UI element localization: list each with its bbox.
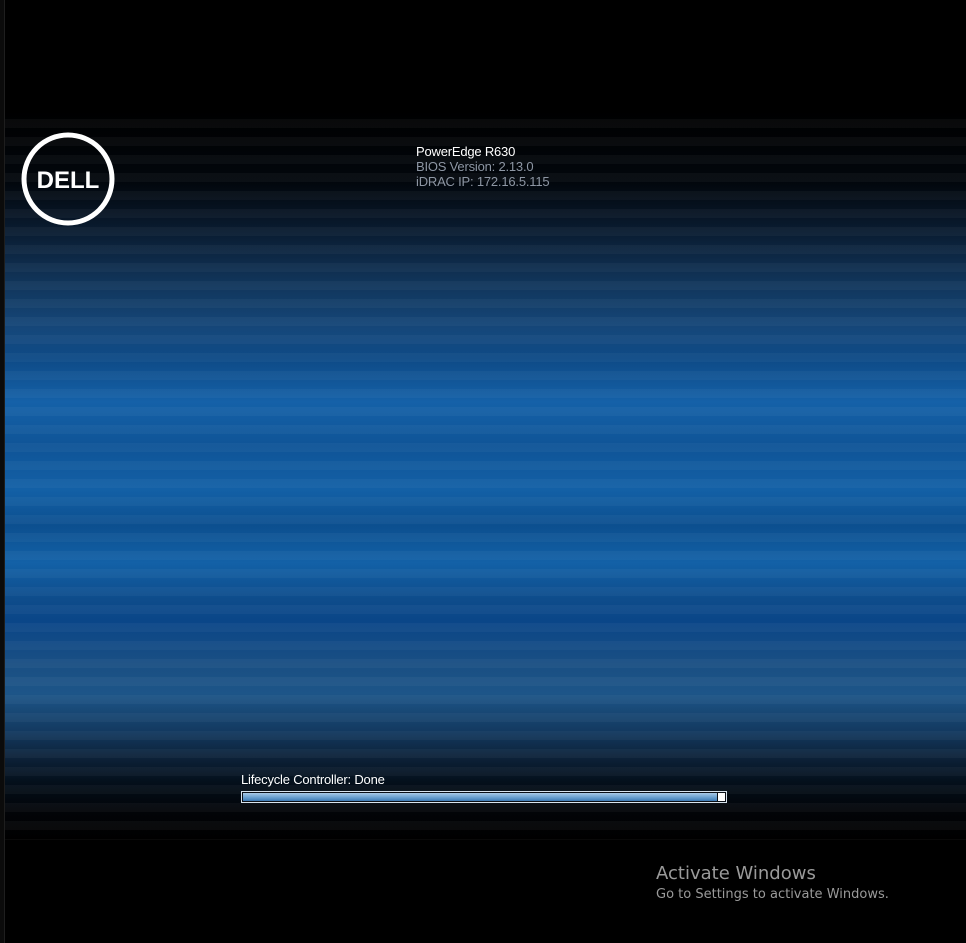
boot-screen: DELL PowerEdge R630 BIOS Version: 2.13.0… [0,0,966,943]
system-info: PowerEdge R630 BIOS Version: 2.13.0 iDRA… [416,144,550,189]
lifecycle-status-label: Lifecycle Controller: Done [241,772,385,787]
dell-logo-text: DELL [37,167,100,194]
bios-version: BIOS Version: 2.13.0 [416,159,534,174]
screen-left-edge [0,0,5,943]
dell-logo: DELL [21,132,115,226]
idrac-ip: iDRAC IP: 172.16.5.115 [416,174,550,189]
activate-windows-subtitle: Go to Settings to activate Windows. [656,887,889,902]
activate-windows-title: Activate Windows [656,863,816,884]
activate-windows-watermark: Activate Windows Go to Settings to activ… [656,863,889,905]
background-stripes [4,110,966,840]
progress-bar-cap [718,793,725,801]
system-model: PowerEdge R630 [416,144,516,159]
lifecycle-progress-bar [241,791,727,803]
progress-bar-fill [243,793,717,801]
